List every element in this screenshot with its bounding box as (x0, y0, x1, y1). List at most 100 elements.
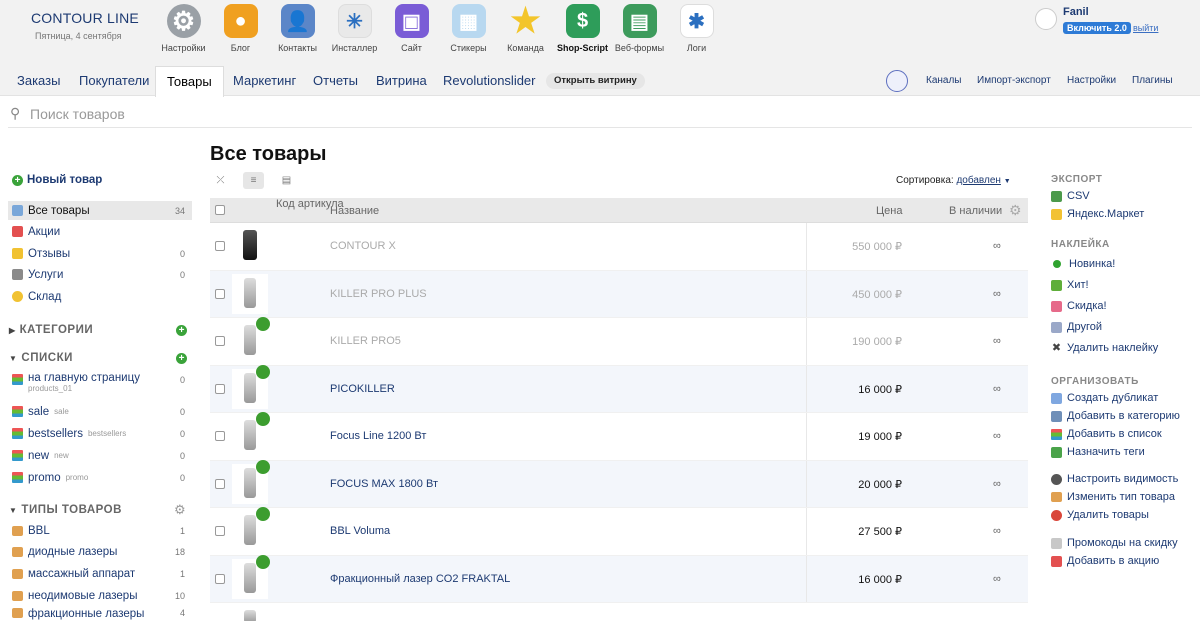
product-thumbnail[interactable] (232, 273, 268, 314)
row-checkbox[interactable] (215, 288, 225, 299)
row-checkbox[interactable] (215, 431, 225, 441)
product-name-link[interactable]: FOCUS MAX 1800 Вт (330, 478, 438, 490)
app-blog[interactable]: ● Блог (212, 4, 269, 53)
gear-icon[interactable]: ⚙ (1009, 202, 1022, 219)
label-hit-link[interactable]: Хит! (1051, 279, 1089, 291)
duplicate-link[interactable]: Создать дубликат (1051, 392, 1158, 404)
product-thumbnail[interactable] (232, 554, 270, 599)
th-stock[interactable]: В наличии (949, 205, 1002, 217)
table-row[interactable]: PICOKILLER 16 000 ₽ ∞ (210, 364, 1028, 413)
logout-link[interactable]: выйти (1133, 23, 1158, 33)
tab-storefront[interactable]: Витрина (376, 66, 427, 96)
product-types-header[interactable]: ▼ ТИПЫ ТОВАРОВ (9, 504, 122, 516)
sidebar-item-promos[interactable]: Акции (8, 222, 192, 241)
product-thumbnail[interactable] (232, 606, 268, 621)
tab-marketing[interactable]: Маркетинг (233, 66, 296, 96)
row-checkbox[interactable] (215, 383, 225, 394)
row-checkbox[interactable] (215, 573, 225, 584)
row-checkbox[interactable] (215, 526, 225, 536)
table-row[interactable]: KILLER PRO PLUS 450 000 ₽ ∞ (210, 270, 1028, 318)
gear-icon[interactable]: ⚙ (174, 502, 186, 518)
label-other-link[interactable]: Другой (1051, 321, 1102, 333)
sidebar-item-services[interactable]: Услуги 0 (8, 265, 192, 284)
table-row[interactable]: FOCUS MAX 1800 Вт 20 000 ₽ ∞ (210, 459, 1028, 508)
app-contacts[interactable]: 👤 Контакты (269, 4, 326, 53)
sidebar-item-list[interactable]: sale sale 0 (8, 402, 192, 421)
product-name-link[interactable]: KILLER PRO PLUS (330, 288, 427, 300)
tab-orders[interactable]: Заказы (17, 66, 60, 96)
export-csv-link[interactable]: CSV (1051, 190, 1090, 202)
app-webforms[interactable]: ▤ Веб-формы (611, 4, 668, 53)
sidebar-item-type[interactable]: массажный аппарат 1 (8, 564, 192, 583)
app-installer[interactable]: ✳ Инсталлер (326, 4, 383, 53)
view-skus-icon[interactable]: ▤ (276, 172, 297, 189)
link-settings[interactable]: Настройки (1067, 66, 1116, 96)
product-name-link[interactable]: KILLER PRO5 (330, 335, 401, 347)
tab-reports[interactable]: Отчеты (313, 66, 358, 96)
open-store-button[interactable]: Открыть витрину (546, 73, 645, 89)
sidebar-item-all-products[interactable]: Все товары 34 (8, 201, 192, 220)
label-remove-link[interactable]: ✖ Удалить наклейку (1051, 342, 1158, 354)
avatar[interactable] (1035, 8, 1057, 30)
sidebar-item-list[interactable]: на главную страницу products_01 0 (8, 370, 192, 398)
visibility-link[interactable]: Настроить видимость (1051, 473, 1178, 485)
sidebar-item-type[interactable]: BBL 1 (8, 521, 192, 540)
app-stickers[interactable]: ▦ Стикеры (440, 4, 497, 53)
sidebar-item-warehouse[interactable]: Склад (8, 287, 192, 306)
app-shop-script[interactable]: $ Shop-Script (554, 4, 611, 53)
row-checkbox[interactable] (215, 241, 225, 251)
label-sale-link[interactable]: Скидка! (1051, 300, 1107, 312)
app-site[interactable]: ▣ Сайт (383, 4, 440, 53)
categories-header[interactable]: ▶ КАТЕГОРИИ (9, 324, 93, 336)
delete-products-link[interactable]: Удалить товары (1051, 509, 1149, 521)
upgrade-button[interactable]: Включить 2.0 (1063, 22, 1131, 34)
table-row[interactable]: KILLER PRO5 190 000 ₽ ∞ (210, 317, 1028, 366)
select-all-checkbox[interactable] (215, 205, 225, 215)
new-product-button[interactable]: + Новый товар (12, 174, 102, 186)
product-thumbnail[interactable] (232, 459, 270, 504)
add-list-icon[interactable]: + (176, 353, 187, 364)
th-name[interactable]: Название (330, 205, 379, 217)
view-table-icon[interactable]: ≡ (243, 172, 264, 189)
sidebar-item-list[interactable]: new new 0 (8, 446, 192, 465)
product-name-link[interactable]: Фракционный лазер CO2 FRAKTAL (330, 573, 510, 585)
link-import-export[interactable]: Импорт-экспорт (977, 66, 1051, 96)
sidebar-item-list[interactable]: promo promo 0 (8, 468, 192, 487)
lists-header[interactable]: ▼ СПИСКИ (9, 352, 73, 364)
sidebar-item-type[interactable]: неодимовые лазеры 10 (8, 586, 192, 605)
product-thumbnail[interactable] (232, 507, 270, 551)
product-thumbnail[interactable] (232, 317, 270, 361)
sidebar-item-type[interactable]: диодные лазеры 18 (8, 542, 192, 561)
sidebar-item-list[interactable]: bestsellers bestsellers 0 (8, 424, 192, 443)
sidebar-item-type[interactable]: фракционные лазеры 4 (8, 608, 192, 621)
product-name-link[interactable]: CONTOUR X (330, 240, 396, 252)
sidebar-item-reviews[interactable]: Отзывы 0 (8, 244, 192, 263)
app-team-star[interactable]: ★ Команда (497, 2, 554, 53)
row-checkbox[interactable] (215, 336, 225, 346)
label-new-link[interactable]: Новинка! (1051, 258, 1115, 270)
product-name-link[interactable]: Focus Line 1200 Вт (330, 430, 426, 442)
th-price[interactable]: Цена (876, 205, 902, 217)
product-thumbnail[interactable] (232, 364, 270, 409)
view-thumbs-icon[interactable]: ⤫ (210, 172, 231, 189)
product-thumbnail[interactable] (232, 412, 270, 456)
table-row[interactable]: BBL Voluma 27 500 ₽ ∞ (210, 507, 1028, 556)
search-input[interactable] (30, 104, 830, 124)
add-to-category-link[interactable]: Добавить в категорию (1051, 410, 1180, 422)
app-settings-gear[interactable]: ⚙ Настройки (155, 4, 212, 53)
add-category-icon[interactable]: + (176, 325, 187, 336)
export-yandex-link[interactable]: Яндекс.Маркет (1051, 208, 1144, 220)
globe-icon[interactable] (886, 70, 908, 92)
product-name-link[interactable]: BBL Voluma (330, 525, 390, 537)
table-row[interactable]: Focus Line 1200 Вт 19 000 ₽ ∞ (210, 412, 1028, 461)
sort-dropdown[interactable]: добавлен (956, 175, 1000, 186)
table-row[interactable] (210, 603, 1028, 621)
product-name-link[interactable]: PICOKILLER (330, 383, 395, 395)
table-row[interactable]: Фракционный лазер CO2 FRAKTAL 16 000 ₽ ∞ (210, 554, 1028, 603)
tab-customers[interactable]: Покупатели (79, 66, 149, 96)
tab-revolutionslider[interactable]: Revolutionslider (443, 66, 536, 96)
link-channels[interactable]: Каналы (926, 66, 962, 96)
add-to-promo-link[interactable]: Добавить в акцию (1051, 555, 1159, 567)
tab-products[interactable]: Товары (155, 66, 224, 97)
change-type-link[interactable]: Изменить тип товара (1051, 491, 1175, 503)
